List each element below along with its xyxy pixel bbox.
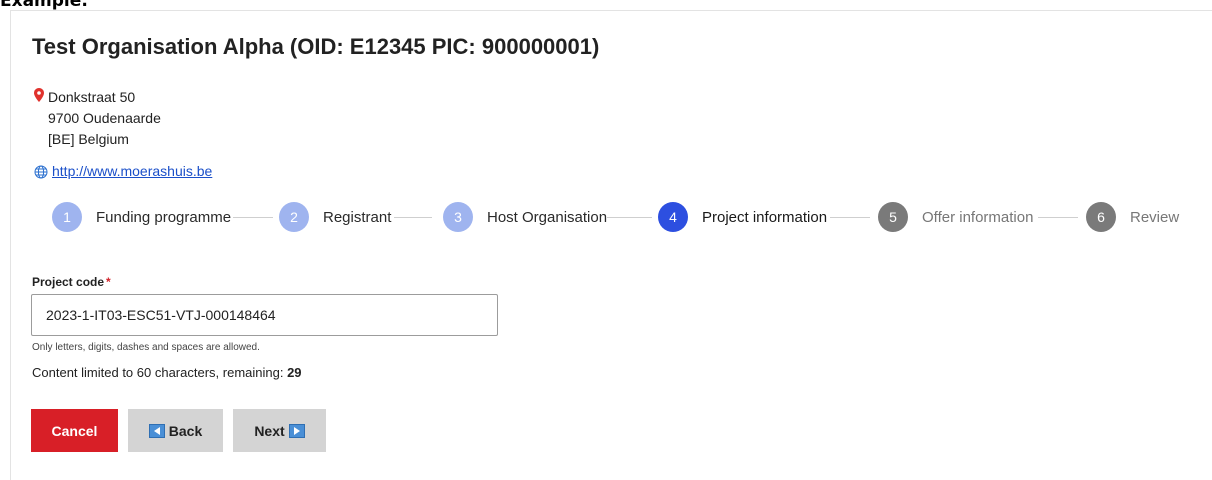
step-label: Project information (702, 208, 828, 226)
step-connector (394, 217, 432, 218)
cancel-button[interactable]: Cancel (31, 409, 118, 452)
step-number: 3 (443, 202, 473, 232)
address-line-city: 9700 Oudenaarde (48, 110, 161, 126)
step-label: Funding programme (96, 208, 232, 226)
arrow-right-icon (288, 423, 305, 438)
character-limit-text: Content limited to 60 characters, remain… (32, 365, 302, 380)
step-number: 5 (878, 202, 908, 232)
globe-icon (34, 165, 48, 182)
progress-stepper: 1 Funding programme 2 Registrant 3 Host … (0, 200, 1212, 234)
back-label: Back (168, 422, 203, 439)
step-label: Registrant (323, 208, 392, 226)
next-label: Next (254, 422, 285, 439)
step-offer-information: 5 Offer information (878, 200, 1033, 234)
project-code-label: Project code * (32, 275, 111, 289)
project-code-input[interactable] (31, 294, 498, 336)
step-connector (1038, 217, 1078, 218)
step-number: 6 (1086, 202, 1116, 232)
step-label: Offer information (922, 208, 1034, 226)
required-marker: * (106, 275, 111, 289)
step-connector (233, 217, 273, 218)
step-connector (607, 217, 652, 218)
step-host-organisation[interactable]: 3 Host Organisation (443, 200, 607, 234)
project-code-label-text: Project code (32, 275, 105, 289)
location-pin-icon (34, 87, 48, 108)
step-registrant[interactable]: 2 Registrant (279, 200, 391, 234)
step-label: Host Organisation (487, 208, 608, 226)
step-review: 6 Review (1086, 200, 1179, 234)
limit-text: Content limited to 60 characters, remain… (32, 365, 288, 380)
step-number: 1 (52, 202, 82, 232)
step-number: 2 (279, 202, 309, 232)
step-connector (830, 217, 870, 218)
website-link[interactable]: http://www.moerashuis.be (52, 163, 212, 179)
arrow-left-icon (148, 423, 165, 438)
page-title: Test Organisation Alpha (OID: E12345 PIC… (32, 34, 600, 59)
street-text: Donkstraat 50 (48, 89, 136, 105)
project-code-help-text: Only letters, digits, dashes and spaces … (32, 342, 260, 353)
address-block: Donkstraat 50 9700 Oudenaarde [BE] Belgi… (34, 87, 161, 150)
address-line-country: [BE] Belgium (48, 131, 129, 147)
website-row: http://www.moerashuis.be (34, 163, 212, 182)
step-project-information[interactable]: 4 Project information (658, 200, 827, 234)
step-number: 4 (658, 202, 688, 232)
step-funding-programme[interactable]: 1 Funding programme (52, 200, 231, 234)
cancel-label: Cancel (51, 422, 98, 439)
back-button[interactable]: Back (128, 409, 223, 452)
remaining-count: 29 (287, 365, 302, 380)
address-line-street: Donkstraat 50 (34, 87, 161, 108)
next-button[interactable]: Next (233, 409, 326, 452)
step-label: Review (1130, 208, 1180, 226)
